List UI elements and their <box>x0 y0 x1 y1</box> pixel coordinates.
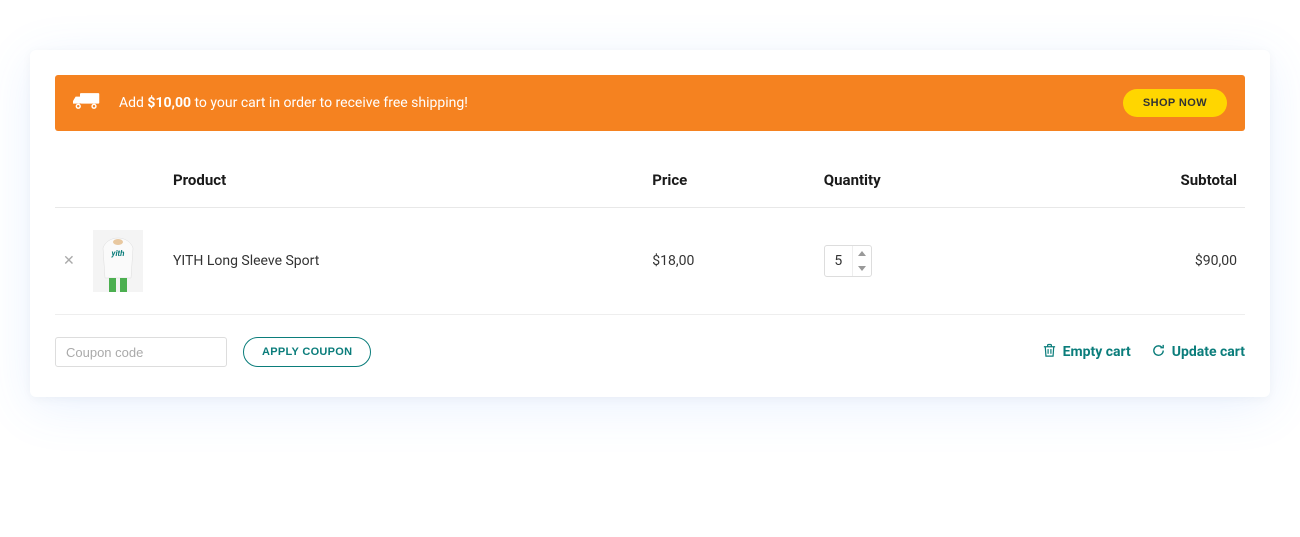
shop-now-button[interactable]: SHOP NOW <box>1123 89 1227 117</box>
update-cart-button[interactable]: Update cart <box>1151 343 1245 362</box>
product-thumbnail[interactable]: yith <box>93 230 143 292</box>
col-remove-header <box>55 161 85 208</box>
trash-icon <box>1042 343 1057 362</box>
col-thumb-header <box>85 161 165 208</box>
product-price: $18,00 <box>644 208 816 315</box>
product-name[interactable]: YITH Long Sleeve Sport <box>165 208 644 315</box>
product-subtotal: $90,00 <box>1031 208 1245 315</box>
svg-text:yith: yith <box>111 249 126 258</box>
empty-cart-button[interactable]: Empty cart <box>1042 343 1131 362</box>
quantity-down-button[interactable] <box>853 261 871 276</box>
col-quantity-header: Quantity <box>816 161 1031 208</box>
update-cart-label: Update cart <box>1172 344 1245 360</box>
truck-icon <box>73 90 119 116</box>
quantity-stepper[interactable]: 5 <box>824 245 872 277</box>
refresh-icon <box>1151 343 1166 362</box>
banner-suffix: to your cart in order to receive free sh… <box>191 95 468 111</box>
cart-card: Add $10,00 to your cart in order to rece… <box>30 50 1270 397</box>
col-price-header: Price <box>644 161 816 208</box>
banner-prefix: Add <box>119 95 147 111</box>
col-subtotal-header: Subtotal <box>1031 161 1245 208</box>
banner-amount: $10,00 <box>147 95 191 111</box>
coupon-input[interactable] <box>55 337 227 367</box>
quantity-value: 5 <box>825 246 853 276</box>
col-product-header: Product <box>165 161 644 208</box>
empty-cart-label: Empty cart <box>1063 344 1131 360</box>
actions-row: APPLY COUPON Empty cart Upd <box>55 337 1245 367</box>
banner-text: Add $10,00 to your cart in order to rece… <box>119 95 1123 111</box>
table-row: ✕ yith YITH Long Sleeve Spor <box>55 208 1245 315</box>
remove-item-button[interactable]: ✕ <box>63 253 75 269</box>
free-shipping-banner: Add $10,00 to your cart in order to rece… <box>55 75 1245 131</box>
cart-table: Product Price Quantity Subtotal ✕ <box>55 161 1245 315</box>
quantity-up-button[interactable] <box>853 246 871 261</box>
apply-coupon-button[interactable]: APPLY COUPON <box>243 337 371 367</box>
